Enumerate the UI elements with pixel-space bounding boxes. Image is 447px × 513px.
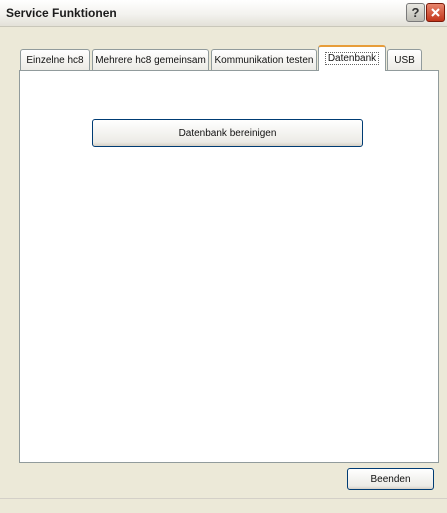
tab-label: Kommunikation testen [214, 54, 314, 66]
tab-label: Mehrere hc8 gemeinsam [95, 54, 206, 66]
tab-panel-datenbank: Datenbank bereinigen [19, 70, 439, 463]
tab-mehrere-hc8[interactable]: Mehrere hc8 gemeinsam [92, 49, 209, 70]
tab-label: USB [394, 54, 415, 66]
close-icon [431, 8, 440, 17]
tab-kommunikation-testen[interactable]: Kommunikation testen [211, 49, 317, 70]
title-bar: Service Funktionen ? [0, 0, 447, 27]
bottom-divider [0, 498, 447, 499]
dialog-window: Service Funktionen ? Einzelne hc8 Mehrer… [0, 0, 447, 513]
clean-database-button[interactable]: Datenbank bereinigen [92, 119, 363, 147]
beenden-button[interactable]: Beenden [347, 468, 434, 490]
help-icon: ? [411, 5, 420, 20]
tab-usb[interactable]: USB [387, 49, 422, 70]
tab-label: Datenbank [324, 51, 380, 65]
help-button[interactable]: ? [406, 3, 425, 22]
close-button[interactable] [426, 3, 445, 22]
tab-label: Einzelne hc8 [26, 54, 84, 66]
window-title: Service Funktionen [6, 6, 117, 20]
tab-einzelne-hc8[interactable]: Einzelne hc8 [20, 49, 90, 70]
tab-datenbank[interactable]: Datenbank [318, 45, 386, 71]
